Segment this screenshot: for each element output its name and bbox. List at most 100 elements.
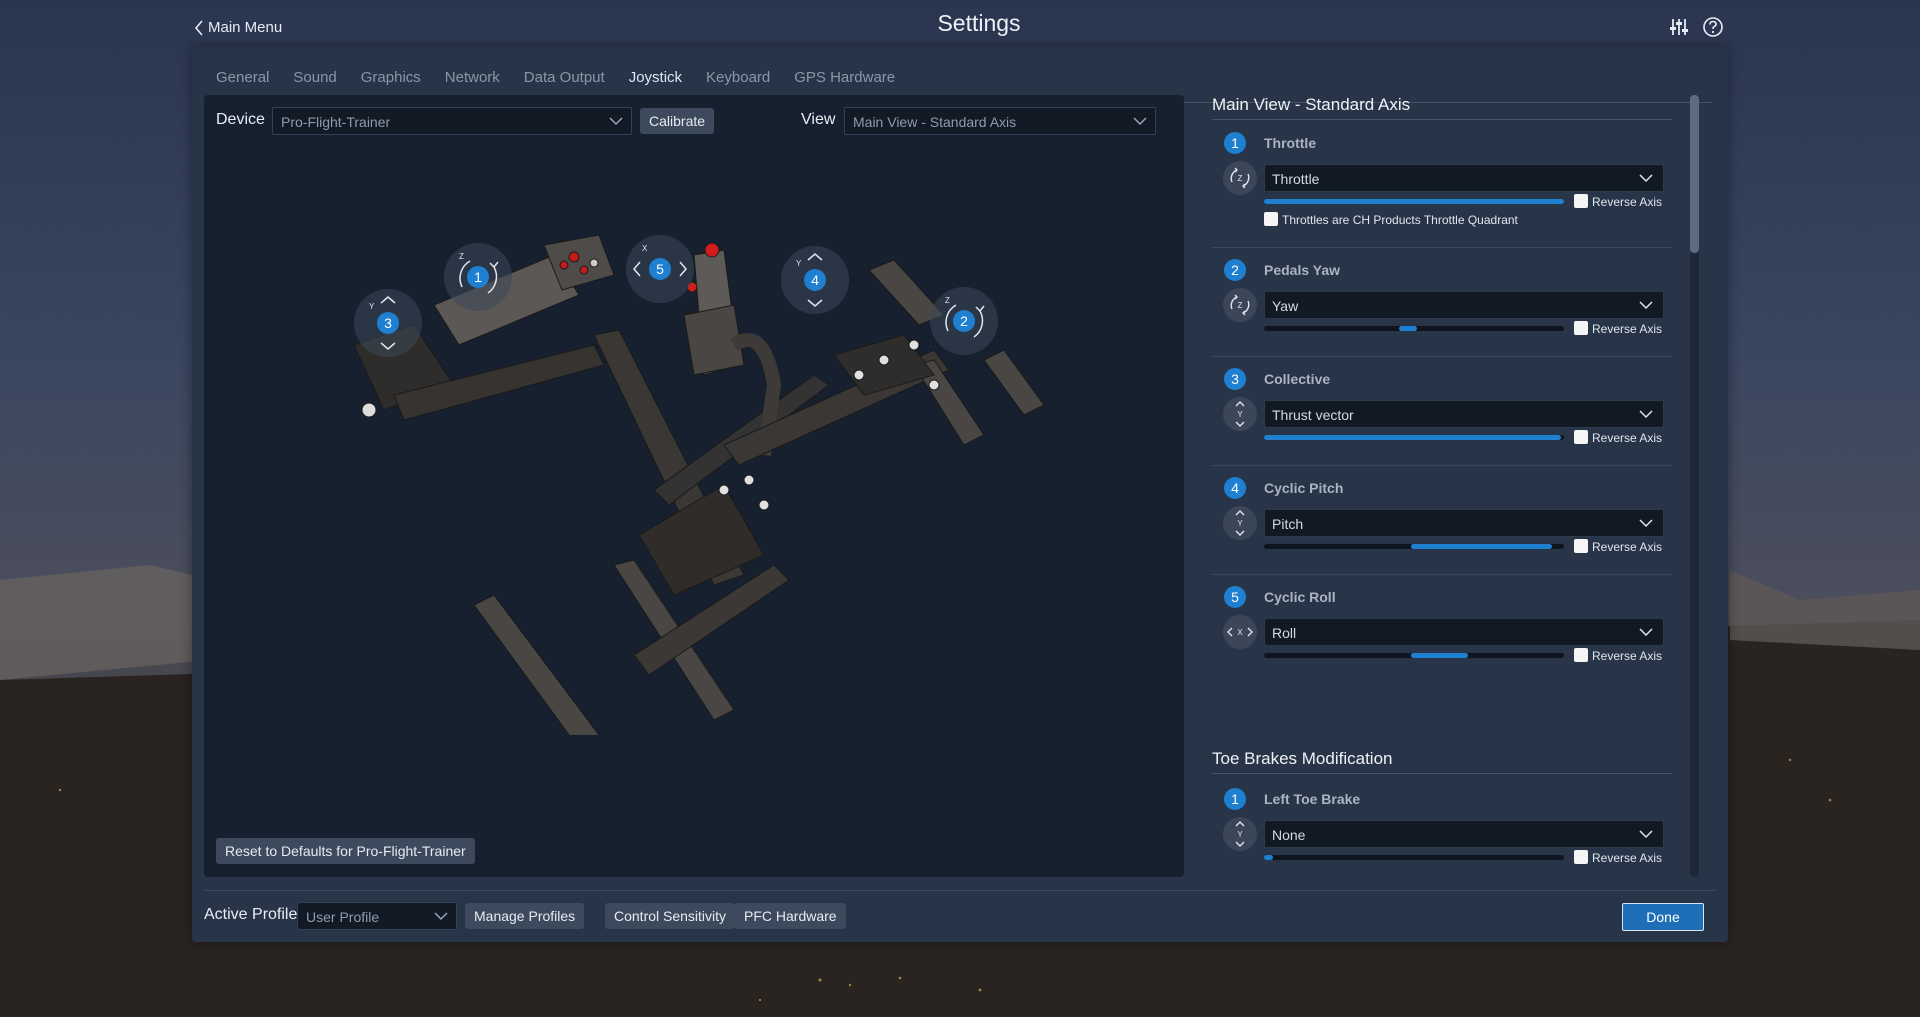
axis-assignment-dropdown[interactable]: Yaw	[1264, 291, 1664, 319]
up-down-y-icon: Y	[1223, 817, 1257, 851]
sliders-icon[interactable]	[1668, 16, 1690, 38]
axis-level-bar	[1264, 326, 1564, 331]
axis-row-throttle: 1 Throttle Z Throttle Reverse Axis Throt…	[1212, 132, 1672, 232]
svg-text:X: X	[1237, 628, 1243, 637]
svg-text:Z: Z	[1238, 174, 1243, 183]
axis-number: 2	[960, 313, 968, 329]
axis-level-bar	[1264, 653, 1564, 658]
axis-assignment-dropdown[interactable]: Thrust vector	[1264, 400, 1664, 428]
axis-number-badge: 1	[1224, 132, 1246, 154]
axis-assignment-dropdown[interactable]: None	[1264, 820, 1664, 848]
axis-row-collective: 3 Collective Y Thrust vector Reverse Axi…	[1212, 368, 1672, 468]
calibrate-button[interactable]: Calibrate	[640, 108, 715, 134]
device-dropdown[interactable]: Pro-Flight-Trainer	[272, 107, 632, 135]
axis-level-fill	[1399, 326, 1417, 331]
axis-marker-4[interactable]: Y 4	[781, 246, 849, 314]
row-separator	[1212, 247, 1672, 248]
axis-level-bar	[1264, 855, 1564, 860]
help-icon[interactable]	[1702, 16, 1724, 38]
axis-letter: Z	[945, 296, 950, 305]
chevron-down-icon	[434, 912, 448, 921]
active-profile-label: Active Profile	[204, 906, 298, 923]
chevron-down-icon	[1639, 830, 1653, 839]
ch-throttle-quadrant-label: Throttles are CH Products Throttle Quadr…	[1282, 213, 1518, 227]
section-divider	[1212, 773, 1672, 774]
axis-arrows-icon: Z 1	[459, 252, 499, 294]
manage-profiles-button[interactable]: Manage Profiles	[465, 903, 585, 929]
up-down-y-icon: Y	[1223, 397, 1257, 431]
scrollbar-thumb[interactable]	[1690, 95, 1699, 253]
row-separator	[1212, 356, 1672, 357]
axis-arrows-icon: Y 3	[369, 296, 399, 350]
up-down-y-icon: Y	[1223, 506, 1257, 540]
device-label: Device	[216, 111, 265, 128]
reverse-axis-checkbox[interactable]	[1574, 430, 1588, 444]
axis-assignment-value: Roll	[1272, 625, 1297, 641]
reset-defaults-button[interactable]: Reset to Defaults for Pro-Flight-Trainer	[216, 838, 475, 864]
row-separator	[1212, 574, 1672, 575]
reverse-axis-checkbox[interactable]	[1574, 648, 1588, 662]
control-sensitivity-button[interactable]: Control Sensitivity	[605, 903, 736, 929]
axis-number: 1	[474, 269, 482, 285]
reverse-axis-label: Reverse Axis	[1592, 540, 1663, 554]
axis-number-badge: 1	[1224, 788, 1246, 810]
section-title: Toe Brakes Modification	[1212, 749, 1393, 768]
reverse-axis-label: Reverse Axis	[1592, 195, 1663, 209]
chevron-down-icon	[1639, 301, 1653, 310]
axis-marker-5[interactable]: X 5	[626, 235, 694, 303]
axis-letter: X	[642, 244, 648, 253]
pfc-hardware-button[interactable]: PFC Hardware	[735, 903, 846, 929]
view-dropdown[interactable]: Main View - Standard Axis	[844, 107, 1156, 135]
axis-list-scrollbar[interactable]	[1690, 95, 1699, 877]
axis-settings-list: Main View - Standard Axis 1 Throttle Z T…	[1212, 95, 1708, 885]
done-button[interactable]: Done	[1622, 903, 1704, 931]
svg-text:Y: Y	[1237, 410, 1243, 419]
chevron-down-icon	[1639, 410, 1653, 419]
view-dropdown-value: Main View - Standard Axis	[853, 114, 1017, 130]
axis-marker-3[interactable]: Y 3	[354, 289, 422, 357]
axis-level-fill	[1411, 544, 1552, 549]
axis-row-cyclic-pitch: 4 Cyclic Pitch Y Pitch Reverse Axis	[1212, 477, 1672, 577]
axis-arrows-icon: X 5	[633, 244, 687, 280]
axis-row-cyclic-roll: 5 Cyclic Roll X Roll Reverse Axis	[1212, 586, 1672, 686]
axis-marker-2[interactable]: Z 2	[930, 287, 998, 355]
profile-dropdown[interactable]: User Profile	[297, 902, 457, 930]
ch-throttle-quadrant-checkbox[interactable]	[1264, 212, 1278, 226]
rotate-z-icon: Z	[1223, 288, 1257, 322]
axis-arrows-icon: Y 4	[796, 253, 826, 307]
axis-assignment-dropdown[interactable]: Pitch	[1264, 509, 1664, 537]
settings-panel: General Sound Graphics Network Data Output Jo…	[192, 47, 1728, 942]
axis-level-bar	[1264, 199, 1564, 204]
axis-assignment-dropdown[interactable]: Throttle	[1264, 164, 1664, 192]
footer-bar: Active Profile User Profile Manage Profi…	[204, 899, 1716, 935]
device-view-area: Device Pro-Flight-Trainer Calibrate View…	[204, 95, 1184, 877]
chevron-down-icon	[1133, 117, 1147, 126]
top-bar: Main Menu Settings	[0, 0, 1920, 50]
page-title: Settings	[937, 10, 1021, 36]
axis-name: Collective	[1264, 371, 1331, 387]
profile-dropdown-value: User Profile	[306, 909, 380, 925]
device-dropdown-value: Pro-Flight-Trainer	[281, 114, 391, 130]
footer-divider	[204, 890, 1716, 891]
axis-marker-1[interactable]: Z 1	[444, 243, 512, 311]
reverse-axis-checkbox[interactable]	[1574, 321, 1588, 335]
axis-name: Cyclic Pitch	[1264, 480, 1344, 496]
reverse-axis-checkbox[interactable]	[1574, 850, 1588, 864]
axis-name: Pedals Yaw	[1264, 262, 1341, 278]
axis-letter: Z	[459, 252, 464, 261]
chevron-down-icon	[1639, 519, 1653, 528]
axis-assignment-value: None	[1272, 827, 1306, 843]
axis-number-badge: 5	[1224, 586, 1246, 608]
axis-level-bar	[1264, 435, 1564, 440]
axis-number: 5	[656, 261, 664, 277]
axis-name: Left Toe Brake	[1264, 791, 1361, 807]
reverse-axis-label: Reverse Axis	[1592, 649, 1663, 663]
axis-number-badge: 2	[1224, 259, 1246, 281]
axis-level-fill	[1264, 435, 1561, 440]
svg-text:Y: Y	[1237, 519, 1243, 528]
axis-assignment-dropdown[interactable]: Roll	[1264, 618, 1664, 646]
reverse-axis-checkbox[interactable]	[1574, 194, 1588, 208]
reverse-axis-checkbox[interactable]	[1574, 539, 1588, 553]
axis-row-left-toe-brake: 1 Left Toe Brake Y None Reverse Axis	[1212, 788, 1672, 885]
axis-letter: Y	[796, 259, 802, 268]
